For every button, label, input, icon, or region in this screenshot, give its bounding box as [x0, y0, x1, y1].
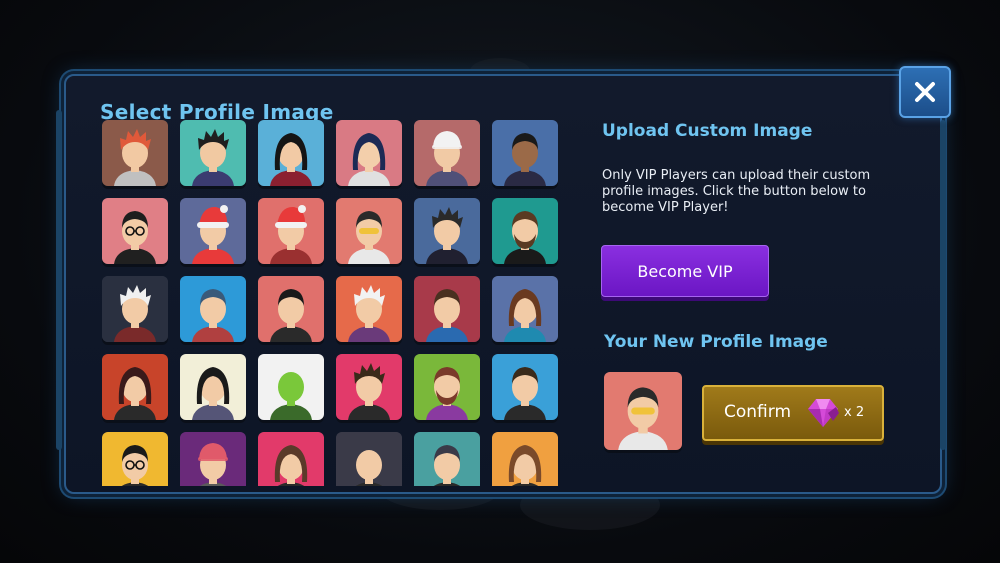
avatar-option[interactable] [336, 432, 402, 486]
avatar-option[interactable] [336, 120, 402, 186]
avatar-option[interactable] [258, 432, 324, 486]
become-vip-label: Become VIP [637, 261, 733, 281]
avatar-option[interactable] [414, 276, 480, 342]
avatar-option[interactable] [492, 198, 558, 264]
avatar-option[interactable] [102, 354, 168, 420]
avatar-option[interactable] [258, 198, 324, 264]
dialog-frame-right [940, 120, 946, 450]
become-vip-button[interactable]: Become VIP [601, 245, 769, 297]
dialog-frame-left [56, 110, 62, 450]
avatar-option[interactable] [258, 354, 324, 420]
avatar-option[interactable] [414, 198, 480, 264]
avatar-option[interactable] [414, 432, 480, 486]
avatar-option[interactable] [102, 432, 168, 486]
avatar-option[interactable] [414, 354, 480, 420]
avatar-option[interactable] [492, 276, 558, 342]
confirm-button[interactable]: Confirm x 2 [702, 385, 884, 441]
avatar-option[interactable] [492, 120, 558, 186]
gem-cost-count: x 2 [844, 405, 865, 420]
avatar-option[interactable] [180, 276, 246, 342]
close-icon [915, 82, 935, 102]
avatar-option[interactable] [492, 354, 558, 420]
avatar-option[interactable] [258, 120, 324, 186]
avatar-option[interactable] [414, 120, 480, 186]
vip-description: Only VIP Players can upload their custom… [602, 168, 871, 215]
avatar-option[interactable] [180, 120, 246, 186]
avatar-option[interactable] [336, 354, 402, 420]
gem-icon [808, 399, 839, 427]
avatar-option[interactable] [180, 354, 246, 420]
avatar-option[interactable] [492, 432, 558, 486]
avatar-option[interactable] [336, 276, 402, 342]
avatar-option[interactable] [102, 120, 168, 186]
avatar-grid[interactable] [96, 114, 566, 486]
avatar-option[interactable] [102, 198, 168, 264]
avatar-option[interactable] [258, 276, 324, 342]
close-button[interactable] [899, 66, 951, 118]
new-profile-title: Your New Profile Image [604, 332, 828, 352]
upload-custom-title: Upload Custom Image [602, 121, 813, 141]
new-profile-preview [604, 372, 682, 450]
avatar-option[interactable] [102, 276, 168, 342]
avatar-option[interactable] [180, 198, 246, 264]
avatar-option[interactable] [336, 198, 402, 264]
avatar-option[interactable] [180, 432, 246, 486]
confirm-label: Confirm [724, 402, 792, 422]
